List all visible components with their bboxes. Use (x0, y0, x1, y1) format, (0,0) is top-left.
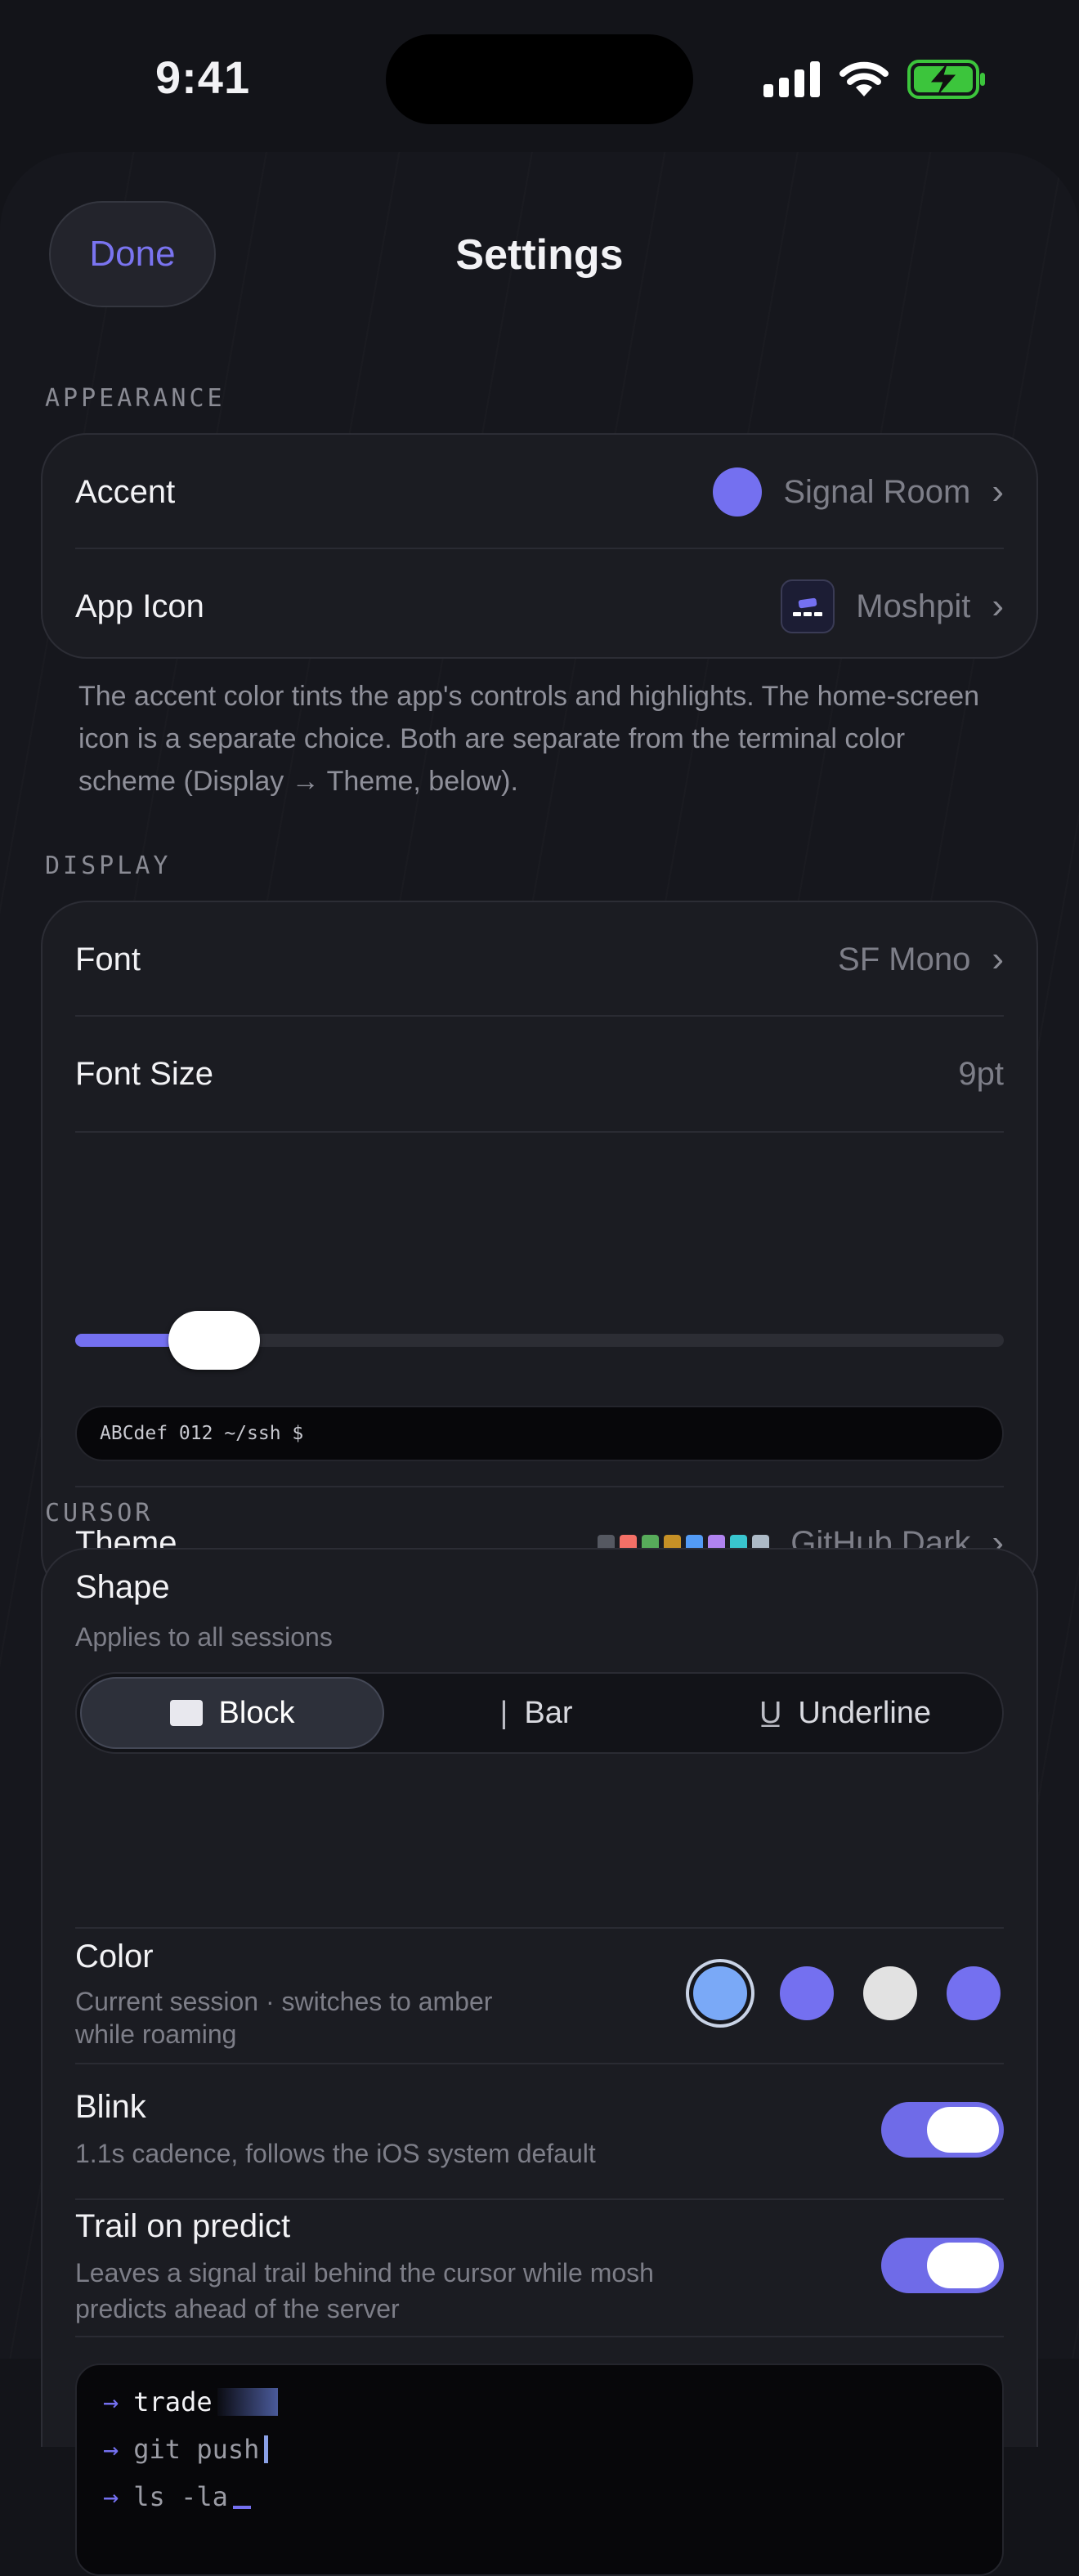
font-size-row: Font Size 9pt (43, 1017, 1036, 1131)
battery-charging-icon (907, 60, 985, 99)
underline-cursor (232, 2506, 251, 2509)
app-icon-row[interactable]: App Icon Moshpit › (43, 549, 1036, 664)
divider (75, 1131, 1004, 1133)
font-label: Font (75, 941, 141, 977)
cursor-card: Shape Applies to all sessions Block | Ba… (41, 1548, 1038, 2576)
font-size-label: Font Size (75, 1055, 213, 1092)
wifi-icon (839, 61, 889, 96)
trail-label: Trail on predict (75, 2208, 291, 2244)
app-icon-value: Moshpit (856, 588, 971, 624)
color-sub-line2: while roaming (75, 2019, 237, 2049)
accent-row[interactable]: Accent Signal Room › (43, 435, 1036, 549)
chevron-right-icon: › (992, 472, 1004, 512)
block-cursor-icon (169, 1700, 203, 1726)
cursor-color-option-blue[interactable] (693, 1966, 747, 2020)
font-size-value: 9pt (958, 1055, 1004, 1092)
prompt-arrow: → (103, 2434, 119, 2465)
display-section-header: DISPLAY (45, 852, 172, 880)
divider (75, 2336, 1004, 2337)
divider (75, 2198, 1004, 2200)
cursor-color-option-white[interactable] (863, 1966, 917, 2020)
cursor-color-option-accent[interactable] (780, 1966, 834, 2020)
cursor-section-header: CURSOR (45, 1499, 154, 1527)
shape-label: Shape (75, 1569, 170, 1605)
trail-sub-line1: Leaves a signal trail behind the cursor … (75, 2258, 654, 2288)
segment-block-label: Block (218, 1695, 295, 1730)
segment-underline[interactable]: U̲ Underline (688, 1677, 1002, 1749)
blink-toggle[interactable] (881, 2102, 1004, 2158)
divider (75, 2063, 1004, 2064)
chevron-right-icon: › (992, 939, 1004, 979)
terminal-command: ls -la (133, 2481, 228, 2512)
appearance-section-header: APPEARANCE (45, 384, 226, 413)
status-bar: 9:41 (0, 0, 1079, 155)
terminal-line: → ls -la (103, 2481, 251, 2512)
color-sub-line1: Current session · switches to amber (75, 1987, 493, 2016)
trail-toggle[interactable] (881, 2238, 1004, 2293)
accent-color-dot (713, 467, 763, 517)
appearance-card: Accent Signal Room › App Icon Moshpit › (41, 433, 1038, 659)
font-row[interactable]: Font SF Mono › (43, 902, 1036, 1017)
shape-sub: Applies to all sessions (75, 1622, 333, 1652)
blink-label: Blink (75, 2089, 146, 2125)
divider (75, 1927, 1004, 1929)
status-icons (763, 59, 986, 100)
cursor-color-option-violet[interactable] (947, 1966, 1001, 2020)
color-label: Color (75, 1939, 154, 1974)
bar-cursor-icon: | (499, 1695, 508, 1730)
settings-sheet: Done Settings APPEARANCE Accent Signal R… (0, 152, 1079, 2576)
trail-cursor (217, 2388, 278, 2416)
segment-bar-label: Bar (524, 1695, 573, 1730)
bar-cursor (264, 2435, 269, 2463)
cellular-signal-icon (763, 61, 820, 97)
font-value: SF Mono (838, 941, 971, 977)
blink-sub: 1.1s cadence, follows the iOS system def… (75, 2139, 596, 2168)
segment-bar[interactable]: | Bar (384, 1677, 688, 1749)
terminal-line: → trade (103, 2386, 278, 2417)
page-title: Settings (455, 231, 624, 279)
font-preview: ABCdef 012 ~/ssh $ (75, 1406, 1004, 1461)
segment-underline-label: Underline (798, 1695, 932, 1730)
status-time: 9:41 (155, 51, 251, 103)
cursor-trail-preview: → trade → git push → ls -la (75, 2364, 1004, 2576)
toggle-knob (927, 2107, 999, 2153)
appearance-footnote: The accent color tints the app's control… (78, 681, 980, 797)
prompt-arrow: → (103, 2386, 119, 2417)
segment-block[interactable]: Block (80, 1677, 384, 1749)
toggle-knob (927, 2243, 999, 2288)
accent-label: Accent (75, 473, 176, 510)
terminal-command: git push (133, 2434, 260, 2465)
app-icon-thumbnail (781, 579, 835, 633)
underline-cursor-icon: U̲ (759, 1695, 782, 1730)
app-icon-label: App Icon (75, 588, 204, 624)
terminal-line: → git push (103, 2434, 269, 2465)
font-size-slider-thumb[interactable] (168, 1311, 261, 1370)
accent-value: Signal Room (783, 473, 971, 510)
cursor-shape-segmented: Block | Bar U̲ Underline (75, 1672, 1004, 1754)
dynamic-island (386, 34, 693, 124)
prompt-arrow: → (103, 2481, 119, 2512)
chevron-right-icon: › (992, 586, 1004, 626)
display-card: Font SF Mono › Font Size 9pt ABCdef 012 … (41, 901, 1038, 1599)
trail-sub-line2: predicts ahead of the server (75, 2294, 400, 2323)
terminal-command: trade (133, 2386, 213, 2417)
